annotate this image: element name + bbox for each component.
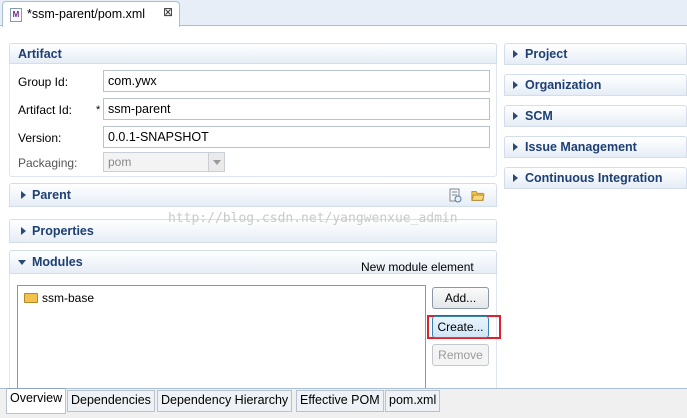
new-module-label: New module element	[361, 260, 474, 274]
expand-icon	[513, 112, 518, 120]
modules-list[interactable]: ssm-base	[17, 285, 426, 390]
group-id-label: Group Id:	[18, 75, 69, 89]
properties-title: Properties	[32, 224, 94, 238]
project-header[interactable]: Project	[504, 43, 687, 65]
scm-title: SCM	[525, 109, 553, 123]
list-item[interactable]: ssm-base	[24, 291, 224, 307]
close-icon[interactable]: ⊠	[163, 5, 173, 19]
parent-header[interactable]: Parent	[9, 183, 497, 207]
parent-title: Parent	[32, 188, 71, 202]
expand-icon	[513, 143, 518, 151]
editor-tab-pom[interactable]: M *ssm-parent/pom.xml ⊠	[2, 1, 180, 27]
expand-icon	[513, 50, 518, 58]
packaging-dropdown-button[interactable]	[208, 153, 224, 171]
tab-dependencies[interactable]: Dependencies	[67, 390, 155, 412]
expand-icon	[21, 191, 26, 199]
tab-dependency-hierarchy[interactable]: Dependency Hierarchy	[157, 390, 293, 412]
remove-module-button[interactable]: Remove	[432, 344, 489, 366]
project-title: Project	[525, 47, 568, 61]
watermark-text: http://blog.csdn.net/yangwenxue_admin	[168, 211, 458, 226]
tab-pom-xml[interactable]: pom.xml	[385, 390, 441, 412]
packaging-label: Packaging:	[18, 156, 78, 170]
organization-title: Organization	[525, 78, 602, 92]
artifact-title: Artifact	[18, 47, 62, 61]
continuous-integration-header[interactable]: Continuous Integration	[504, 167, 687, 189]
modules-title: Modules	[32, 255, 83, 269]
artifact-header[interactable]: Artifact	[9, 43, 497, 64]
add-module-button[interactable]: Add...	[432, 287, 489, 309]
collapse-icon	[18, 260, 26, 265]
continuous-integration-title: Continuous Integration	[525, 171, 663, 185]
required-marker: *	[96, 104, 101, 116]
artifact-id-field[interactable]: ssm-parent	[103, 98, 490, 120]
packaging-value: pom	[108, 155, 132, 169]
scm-header[interactable]: SCM	[504, 105, 687, 127]
select-parent-icon[interactable]	[448, 188, 462, 203]
module-name: ssm-base	[42, 291, 95, 305]
open-folder-icon[interactable]	[471, 188, 485, 203]
expand-icon	[513, 174, 518, 182]
expand-icon	[513, 81, 518, 89]
version-label: Version:	[18, 131, 62, 145]
tab-overview[interactable]: Overview	[6, 388, 67, 414]
chevron-down-icon	[213, 160, 221, 165]
folder-icon	[24, 293, 38, 303]
version-field[interactable]: 0.0.1-SNAPSHOT	[103, 126, 490, 148]
create-module-button[interactable]: Create...	[432, 316, 489, 338]
editor-tab-title: *ssm-parent/pom.xml	[27, 7, 146, 21]
issue-management-header[interactable]: Issue Management	[504, 136, 687, 158]
group-id-field[interactable]: com.ywx	[103, 70, 490, 92]
maven-pom-file-icon: M	[10, 8, 22, 22]
packaging-select[interactable]: pom	[103, 152, 225, 172]
artifact-id-label: Artifact Id:	[18, 103, 73, 117]
tab-effective-pom[interactable]: Effective POM	[296, 390, 384, 412]
expand-icon	[21, 227, 26, 235]
organization-header[interactable]: Organization	[504, 74, 687, 96]
issue-management-title: Issue Management	[525, 140, 637, 154]
